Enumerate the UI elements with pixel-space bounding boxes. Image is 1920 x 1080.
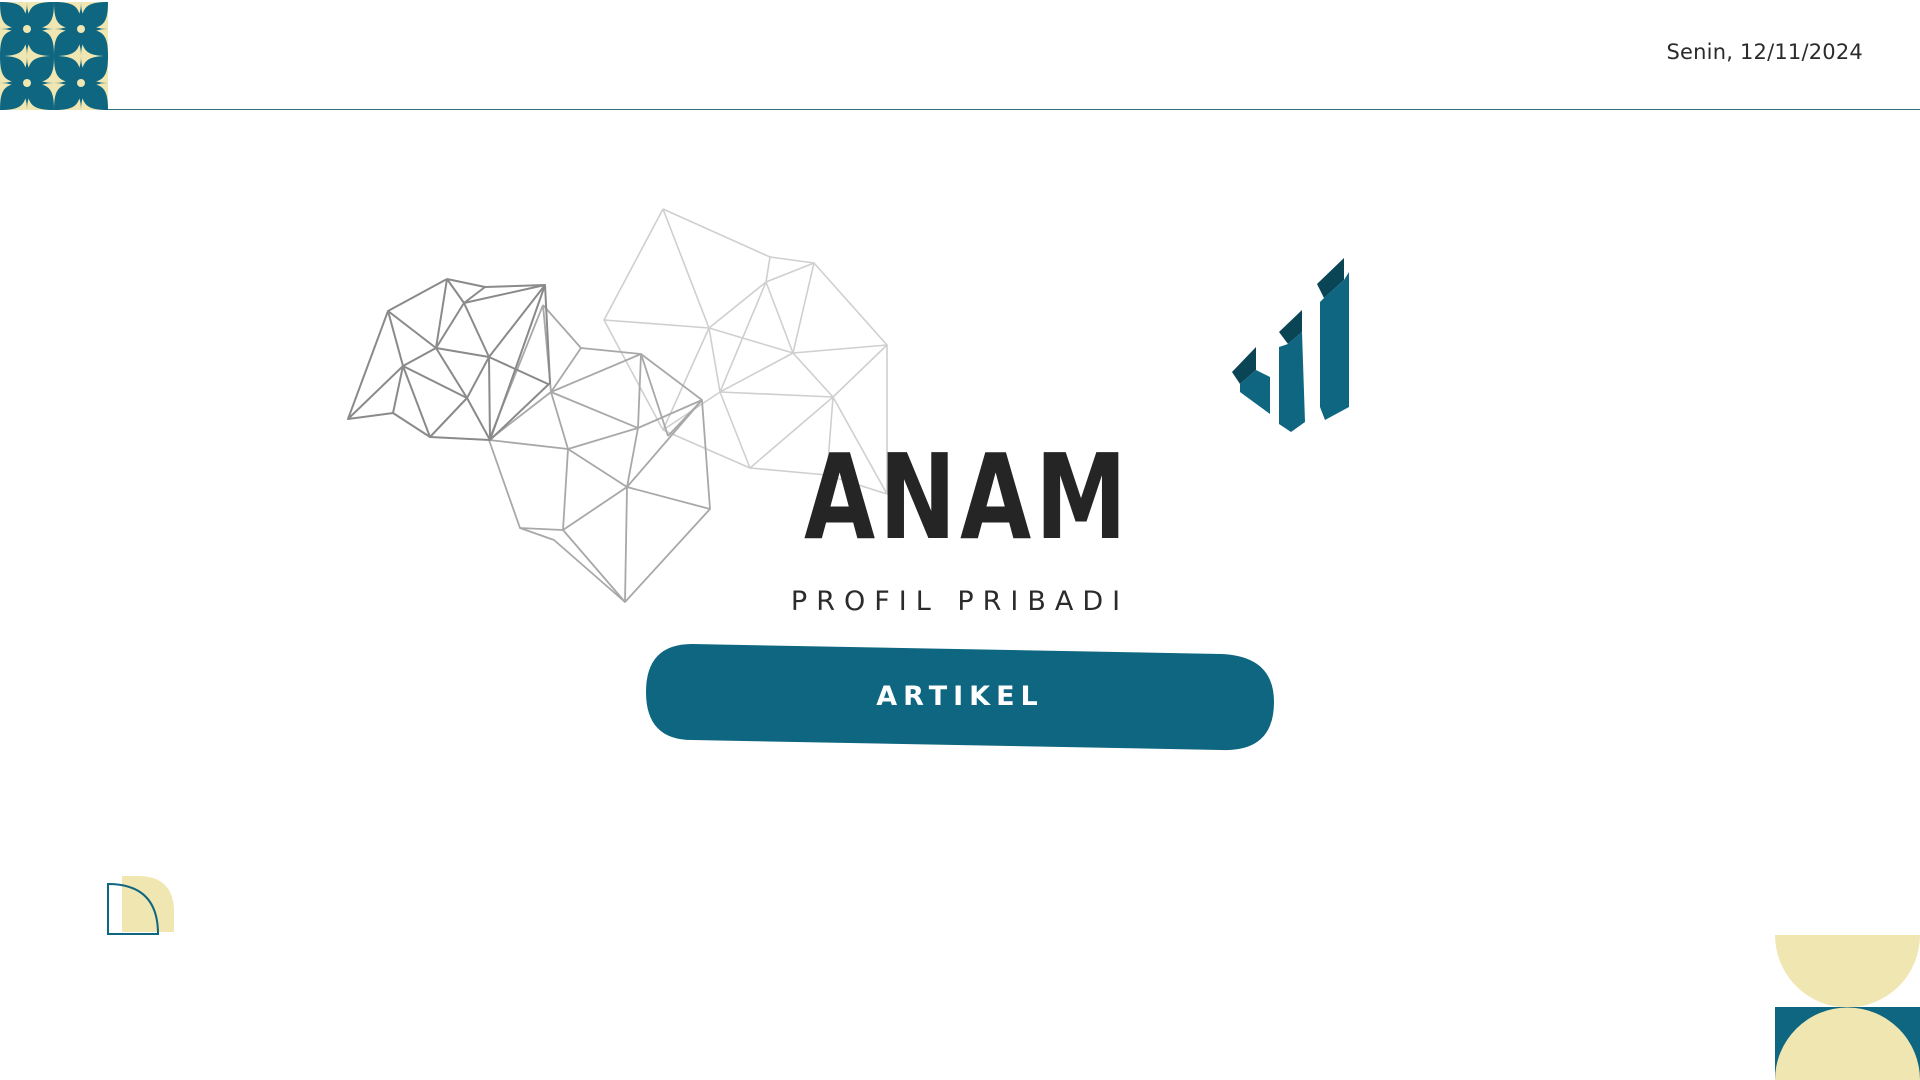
semicircle-pattern-icon: [1775, 935, 1920, 1080]
date-label: Senin, 12/11/2024: [1666, 40, 1863, 64]
bar-chart-icon: [1232, 258, 1349, 432]
header-divider: [108, 109, 1920, 110]
page-title: ANAM: [804, 428, 1131, 566]
quarter-circle-icon: [107, 876, 174, 935]
page-subtitle: PROFIL PRIBADI: [790, 586, 1130, 617]
artikel-button[interactable]: ARTIKEL: [646, 644, 1274, 752]
quatrefoil-pattern-icon: [0, 2, 108, 110]
artikel-button-label: ARTIKEL: [876, 680, 1044, 712]
slide-page: Senin, 12/11/2024 ANAM PROFIL PRIBADI AR…: [0, 0, 1920, 1080]
